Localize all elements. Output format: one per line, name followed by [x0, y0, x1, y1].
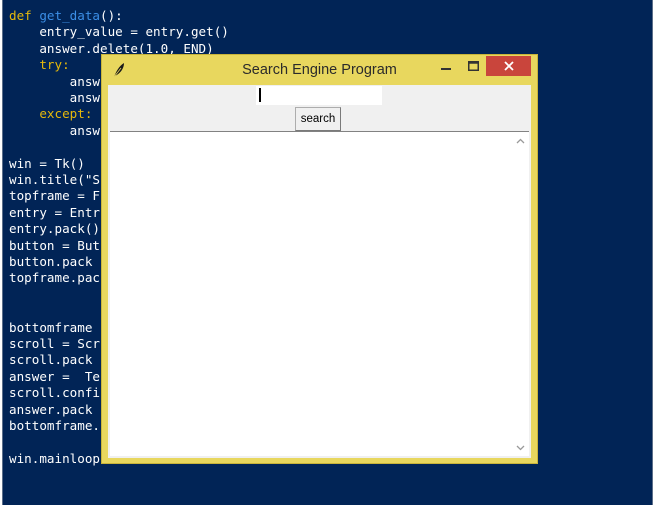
- code-text: win.title("S: [9, 172, 100, 187]
- code-text: win = Tk(): [9, 155, 85, 171]
- code-line: except:: [9, 106, 92, 122]
- code-line: win = Tk(): [9, 156, 85, 172]
- code-text: scroll.confi: [9, 385, 100, 401]
- code-line: bottomframe: [9, 320, 92, 336]
- code-line: answ: [9, 90, 100, 106]
- code-line: scroll.confi: [9, 385, 100, 401]
- code-text: entry_value = entry.get(): [9, 24, 229, 40]
- code-text: ():: [100, 8, 123, 23]
- code-text: button = But: [9, 237, 100, 253]
- code-text: try:: [9, 57, 70, 73]
- code-line: topframe = F: [9, 188, 100, 204]
- code-text: topframe.pac: [9, 270, 100, 286]
- code-line: scroll.pack: [9, 352, 92, 368]
- close-button[interactable]: [486, 56, 531, 76]
- code-line: bottomframe.: [9, 418, 100, 434]
- code-text: answ: [9, 90, 100, 105]
- minimize-icon: [441, 68, 451, 70]
- code-text: entry.pack(): [9, 221, 100, 237]
- code-line: scroll = Scr: [9, 336, 100, 352]
- code-text: button.pack: [9, 254, 93, 269]
- code-text: scroll = Scr: [9, 336, 100, 351]
- code-text: answ: [9, 73, 100, 89]
- code-line: topframe.pac: [9, 270, 100, 286]
- maximize-button[interactable]: [460, 56, 486, 76]
- code-line: answer.pack: [9, 402, 92, 418]
- code-text: scroll.pack: [9, 352, 93, 368]
- scroll-down-arrow-icon[interactable]: [516, 443, 525, 452]
- title-bar[interactable]: Search Engine Program: [102, 55, 537, 85]
- code-text: except:: [9, 106, 93, 122]
- code-text: win.mainloop: [9, 450, 100, 466]
- code-text: bottomframe: [9, 319, 93, 335]
- code-text: bottomframe.: [9, 418, 100, 433]
- code-line: entry_value = entry.get(): [9, 24, 229, 40]
- minimize-button[interactable]: [433, 56, 459, 76]
- code-text: entry = Entr: [9, 204, 100, 220]
- code-line: entry = Entr: [9, 205, 100, 221]
- vertical-scrollbar[interactable]: [512, 132, 529, 456]
- code-line: answ: [9, 74, 100, 90]
- scroll-up-arrow-icon[interactable]: [516, 137, 525, 146]
- maximize-icon: [467, 61, 479, 71]
- text-cursor: [259, 88, 261, 102]
- code-line: win.title("S: [9, 172, 100, 188]
- function-name: get_data: [39, 8, 101, 23]
- app-window: Search Engine Program search: [101, 54, 538, 464]
- close-icon: [503, 61, 514, 71]
- code-line: button = But: [9, 238, 100, 254]
- search-button[interactable]: search: [295, 107, 341, 131]
- code-text: answer.pack: [9, 401, 93, 417]
- code-text: topframe = F: [9, 188, 100, 204]
- code-line: try:: [9, 57, 70, 73]
- window-client-area: search: [108, 85, 531, 458]
- search-input[interactable]: [256, 86, 382, 105]
- code-line: def get_data():: [9, 8, 123, 24]
- results-text-area[interactable]: [110, 131, 529, 456]
- code-line: button.pack: [9, 254, 92, 270]
- code-line: entry.pack(): [9, 221, 100, 237]
- keyword-def: def: [9, 8, 40, 23]
- code-line: win.mainloop: [9, 451, 100, 467]
